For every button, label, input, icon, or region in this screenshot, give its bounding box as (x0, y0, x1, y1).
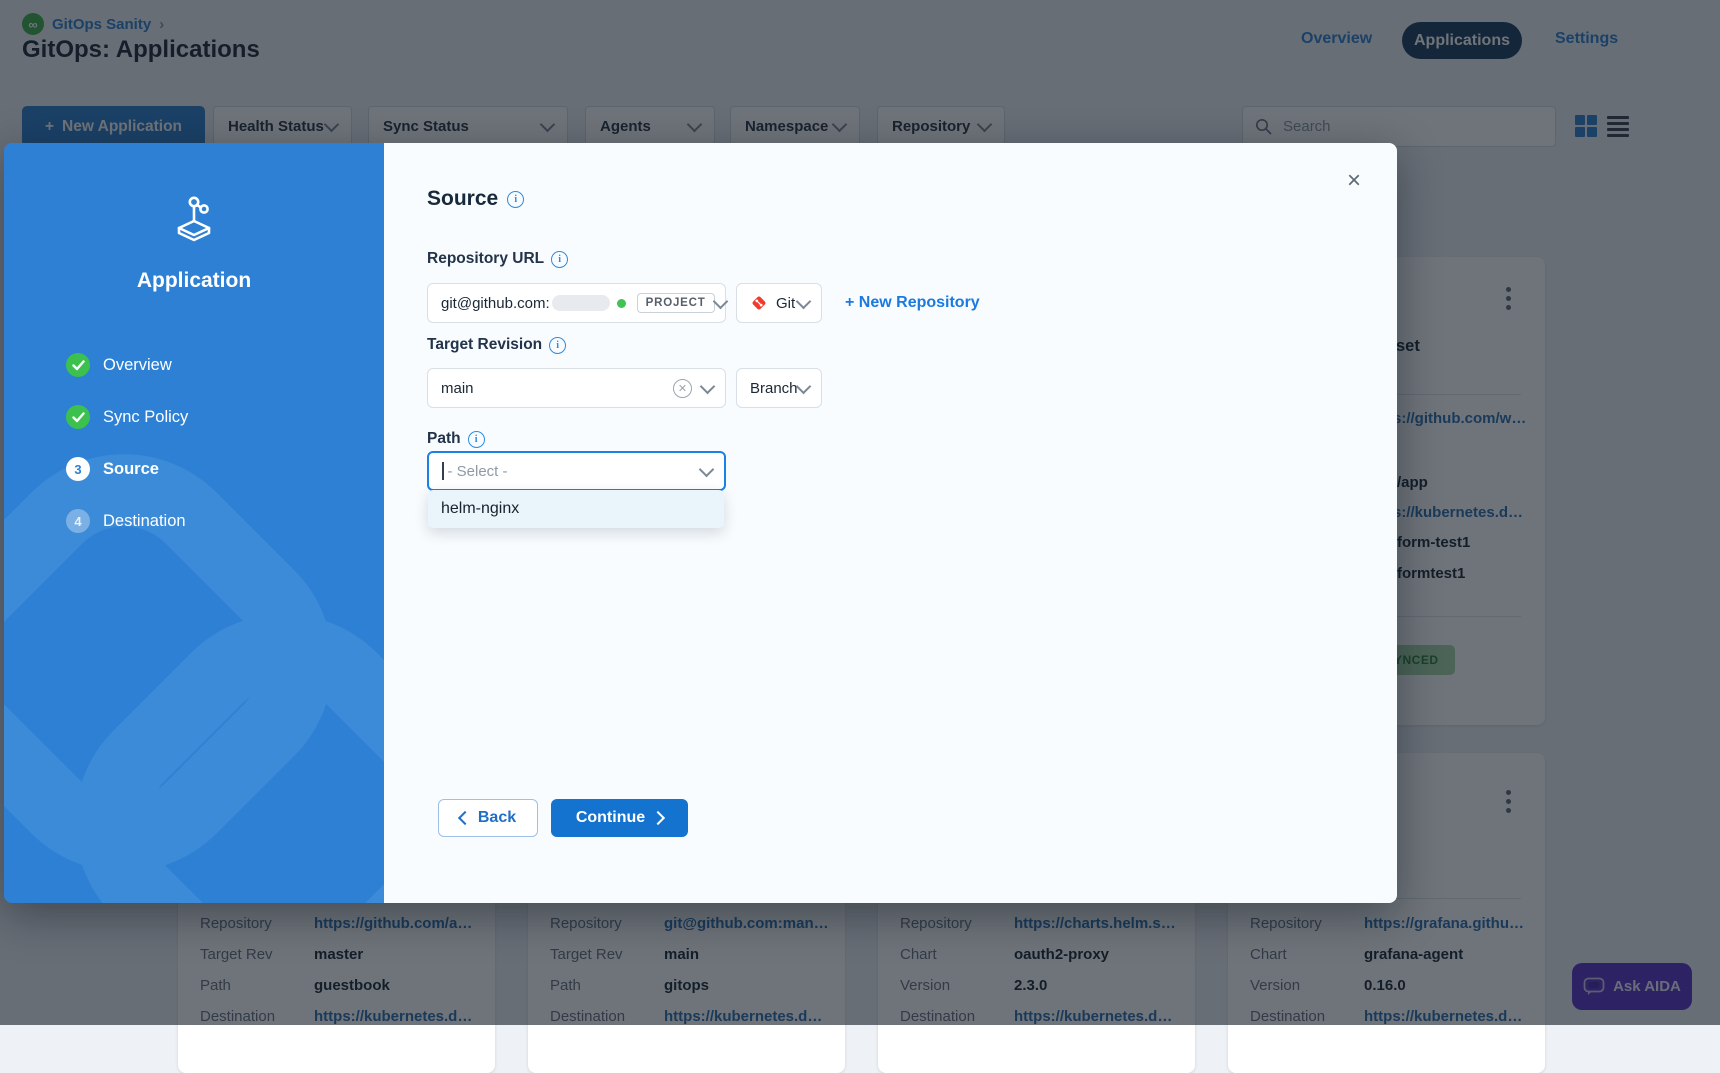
new-repository-link[interactable]: + New Repository (845, 294, 980, 312)
path-option-helm-nginx[interactable]: helm-nginx (441, 500, 519, 518)
path-options-dropdown: helm-nginx (428, 490, 724, 528)
clear-icon[interactable]: ✕ (673, 379, 692, 398)
revision-type-select[interactable]: Branch (736, 368, 822, 408)
continue-button[interactable]: Continue (551, 799, 688, 837)
git-icon (750, 294, 768, 312)
close-icon[interactable]: × (1347, 169, 1361, 193)
step-sync-policy[interactable]: Sync Policy (66, 405, 188, 429)
source-step-panel: × Source i Repository URL i git@github.c… (384, 143, 1397, 903)
target-revision-input[interactable]: main ✕ (427, 368, 726, 408)
repository-url-label: Repository URL i (427, 250, 568, 268)
chevron-left-icon (458, 811, 472, 825)
wizard-steps: Overview Sync Policy 3 Source 4 Destinat… (66, 353, 188, 533)
form-heading: Source i (427, 187, 524, 211)
path-select-input[interactable]: - Select - (427, 451, 726, 491)
target-revision-label: Target Revision i (427, 336, 566, 354)
application-icon (4, 195, 384, 245)
text-cursor (442, 462, 444, 480)
gitops-watermark-logo (4, 393, 384, 903)
step-source-active[interactable]: 3 Source (66, 457, 188, 481)
path-label: Path i (427, 430, 485, 448)
info-icon[interactable]: i (551, 251, 568, 268)
check-icon (66, 405, 90, 429)
repository-type-select[interactable]: Git (736, 283, 822, 323)
step-number-badge: 3 (66, 457, 90, 481)
step-overview[interactable]: Overview (66, 353, 188, 377)
info-icon[interactable]: i (549, 337, 566, 354)
chevron-down-icon (712, 293, 728, 309)
chevron-down-icon (699, 461, 715, 477)
connection-status-dot (617, 299, 626, 308)
repository-url-select[interactable]: git@github.com: PROJECT (427, 283, 726, 323)
wizard-title: Application (4, 269, 384, 293)
project-tag: PROJECT (637, 293, 715, 313)
info-icon[interactable]: i (468, 431, 485, 448)
wizard-sidebar: Application Overview Sync Policy 3 Sourc… (4, 143, 384, 903)
check-icon (66, 353, 90, 377)
chevron-right-icon (651, 811, 665, 825)
new-application-wizard-modal: Application Overview Sync Policy 3 Sourc… (4, 143, 1397, 903)
chevron-down-icon (796, 378, 812, 394)
chevron-down-icon (700, 378, 716, 394)
back-button[interactable]: Back (438, 799, 538, 837)
step-destination[interactable]: 4 Destination (66, 509, 188, 533)
redacted-repo-name (552, 295, 610, 311)
chevron-down-icon (796, 293, 812, 309)
step-number-badge: 4 (66, 509, 90, 533)
info-icon[interactable]: i (507, 191, 524, 208)
